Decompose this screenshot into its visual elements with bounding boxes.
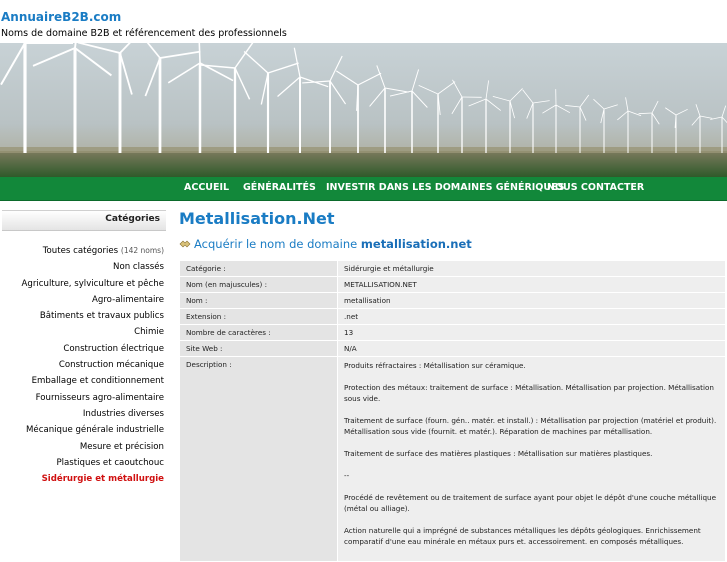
description-paragraph: Procédé de revêtement ou de traitement d… [344, 492, 719, 514]
table-row: Site Web :N/A [180, 341, 726, 357]
row-key: Site Web : [180, 341, 338, 357]
description-paragraph: -- [344, 470, 719, 481]
acquire-domain-link[interactable]: Acquérir le nom de domaine metallisation… [179, 237, 472, 251]
domain-info-table: Catégorie :Sidérurgie et métallurgie Nom… [179, 260, 726, 562]
category-agro-alimentaire[interactable]: Agro-alimentaire [0, 292, 164, 308]
category-non-classes[interactable]: Non classés [0, 259, 164, 275]
category-construction-mecanique[interactable]: Construction mécanique [0, 357, 164, 373]
handshake-icon [179, 239, 191, 249]
wind-turbines-photo [0, 43, 727, 177]
row-key: Nom (en majuscules) : [180, 277, 338, 293]
category-mecanique-generale[interactable]: Mécanique générale industrielle [0, 422, 164, 438]
description-paragraph: Protection des métaux: traitement de sur… [344, 382, 719, 404]
row-key: Nom : [180, 293, 338, 309]
description-paragraph: Action naturelle qui a imprégné de subst… [344, 525, 719, 547]
nav-contact[interactable]: NOUS CONTACTER [547, 182, 644, 193]
main-nav: ACCUEIL GÉNÉRALITÉS INVESTIR DANS LES DO… [0, 177, 727, 201]
description-paragraph: Traitement de surface (fourn. gén.. maté… [344, 415, 719, 437]
nav-accueil[interactable]: ACCUEIL [184, 182, 229, 193]
row-value: Sidérurgie et métallurgie [338, 261, 726, 277]
table-row: Nom :metallisation [180, 293, 726, 309]
category-industries-diverses[interactable]: Industries diverses [0, 406, 164, 422]
acquire-text: Acquérir le nom de domaine [194, 237, 357, 251]
site-subtitle: Noms de domaine B2B et référencement des… [1, 28, 287, 39]
table-row: Extension :.net [180, 309, 726, 325]
nav-investir[interactable]: INVESTIR DANS LES DOMAINES GÉNÉRIQUES [326, 182, 564, 193]
category-count: (142 noms) [121, 246, 164, 255]
table-row: Nom (en majuscules) :METALLISATION.NET [180, 277, 726, 293]
category-list: Toutes catégories (142 noms) Non classés… [0, 243, 164, 487]
row-value: METALLISATION.NET [338, 277, 726, 293]
category-plastiques[interactable]: Plastiques et caoutchouc [0, 455, 164, 471]
banner-image [0, 43, 727, 177]
table-row: Nombre de caractères :13 [180, 325, 726, 341]
row-key: Description : [180, 357, 338, 562]
row-value: 13 [338, 325, 726, 341]
category-all[interactable]: Toutes catégories (142 noms) [0, 243, 164, 259]
category-chimie[interactable]: Chimie [0, 324, 164, 340]
table-row: Description : Produits réfractaires : Mé… [180, 357, 726, 562]
table-row: Catégorie :Sidérurgie et métallurgie [180, 261, 726, 277]
sidebar-title: Catégories [105, 214, 160, 224]
row-key: Extension : [180, 309, 338, 325]
category-batiments[interactable]: Bâtiments et travaux publics [0, 308, 164, 324]
category-agriculture[interactable]: Agriculture, sylviculture et pêche [0, 276, 164, 292]
description-cell: Produits réfractaires : Métallisation su… [338, 357, 726, 562]
site-title[interactable]: AnnuaireB2B.com [1, 10, 121, 24]
category-construction-electrique[interactable]: Construction électrique [0, 341, 164, 357]
description-paragraph: Traitement de surface des matières plast… [344, 448, 719, 459]
category-emballage[interactable]: Emballage et conditionnement [0, 373, 164, 389]
page-title: Metallisation.Net [179, 209, 334, 228]
row-value: .net [338, 309, 726, 325]
category-label: Toutes catégories [43, 246, 118, 256]
row-value: metallisation [338, 293, 726, 309]
description-paragraph: Produits réfractaires : Métallisation su… [344, 360, 719, 371]
row-key: Nombre de caractères : [180, 325, 338, 341]
category-mesure[interactable]: Mesure et précision [0, 439, 164, 455]
acquire-domain: metallisation.net [361, 237, 472, 251]
nav-generalites[interactable]: GÉNÉRALITÉS [243, 182, 316, 193]
sidebar-header: Catégories [2, 210, 166, 231]
category-siderurgie[interactable]: Sidérurgie et métallurgie [0, 471, 164, 487]
category-fournisseurs[interactable]: Fournisseurs agro-alimentaire [0, 390, 164, 406]
row-key: Catégorie : [180, 261, 338, 277]
row-value: N/A [338, 341, 726, 357]
